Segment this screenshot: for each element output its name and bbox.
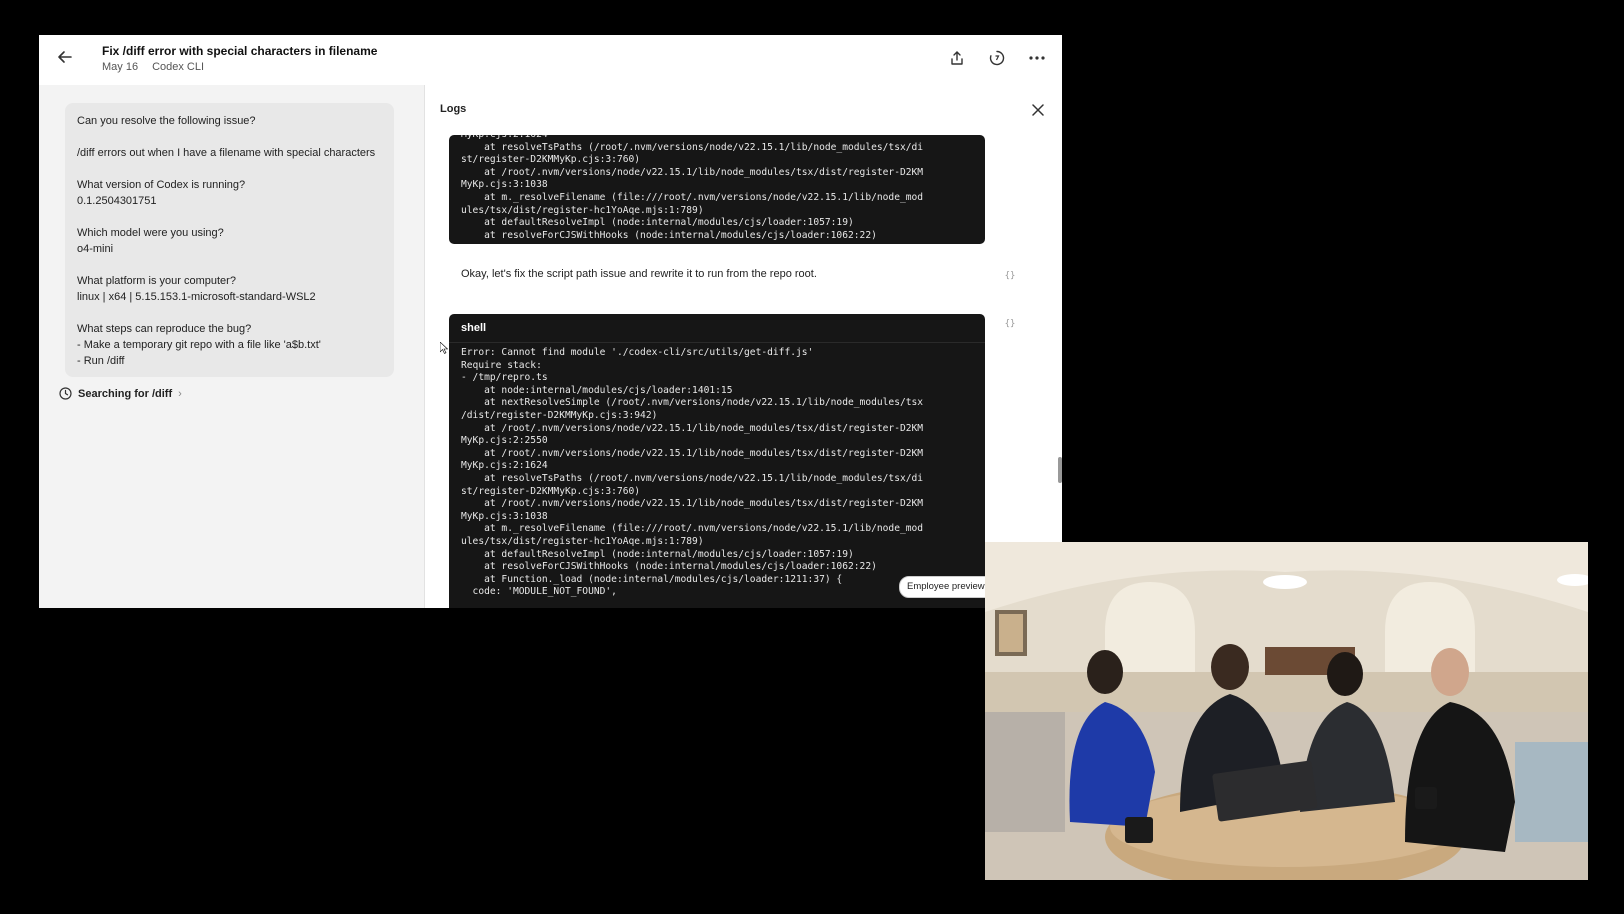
logs-title: Logs — [440, 103, 467, 115]
share-icon — [951, 51, 963, 65]
shell-label: shell — [449, 314, 985, 343]
terminal-output-previous: MyKp.cjs:2:1624 at resolveTsPaths (/root… — [449, 135, 985, 244]
task-date: May 16 — [102, 61, 139, 73]
history-icon — [989, 50, 1005, 66]
shell-output-block: shell Error: Cannot find module './codex… — [449, 314, 985, 608]
user-message: Can you resolve the following issue? /di… — [65, 103, 394, 377]
arrow-left-icon — [58, 51, 72, 63]
message-paragraph: Can you resolve the following issue? — [77, 115, 256, 127]
close-logs-button[interactable] — [1028, 100, 1048, 120]
terminal-text: MyKp.cjs:2:1624 at resolveTsPaths (/root… — [461, 135, 924, 241]
history-button[interactable] — [986, 47, 1008, 69]
terminal-text: Error: Cannot find module './codex-cli/s… — [461, 347, 924, 598]
header-bar: Fix /diff error with special characters … — [39, 35, 1062, 85]
header-actions — [946, 47, 1048, 69]
presenter-video — [985, 542, 1588, 880]
task-status-label: Searching for /diff — [78, 387, 173, 400]
message-paragraph: What steps can reproduce the bug? - Make… — [77, 323, 321, 367]
back-button[interactable] — [53, 48, 77, 72]
logs-panel: Logs MyKp.cjs:2:1624 at resolveTsPaths (… — [425, 85, 1062, 608]
employee-preview-badge: Employee preview — [899, 576, 992, 598]
assistant-message: Okay, let's fix the script path issue an… — [461, 268, 817, 280]
copy-icon[interactable]: {} — [1003, 269, 1017, 283]
app-window: Fix /diff error with special characters … — [39, 35, 1062, 608]
message-paragraph: /diff errors out when I have a filename … — [77, 147, 376, 159]
close-icon — [1032, 104, 1044, 116]
task-meta: May 16 Codex CLI — [102, 61, 218, 73]
scrollbar-thumb[interactable] — [1058, 457, 1062, 483]
message-paragraph: What platform is your computer? linux | … — [77, 275, 316, 303]
more-button[interactable] — [1026, 47, 1048, 69]
presenters-video-picture — [985, 542, 1588, 880]
conversation-pane: Can you resolve the following issue? /di… — [39, 85, 424, 608]
task-status-item[interactable]: Searching for /diff › — [59, 387, 182, 400]
mouse-cursor-icon — [440, 342, 448, 354]
message-paragraph: What version of Codex is running? 0.1.25… — [77, 179, 246, 207]
clock-icon — [59, 387, 72, 400]
share-button[interactable] — [946, 47, 968, 69]
message-paragraph: Which model were you using? o4-mini — [77, 227, 224, 255]
page-title: Fix /diff error with special characters … — [102, 44, 378, 58]
more-icon — [1029, 56, 1045, 60]
copy-icon[interactable]: {} — [1003, 317, 1017, 331]
task-source: Codex CLI — [152, 61, 205, 73]
chevron-right-icon: › — [178, 387, 182, 400]
